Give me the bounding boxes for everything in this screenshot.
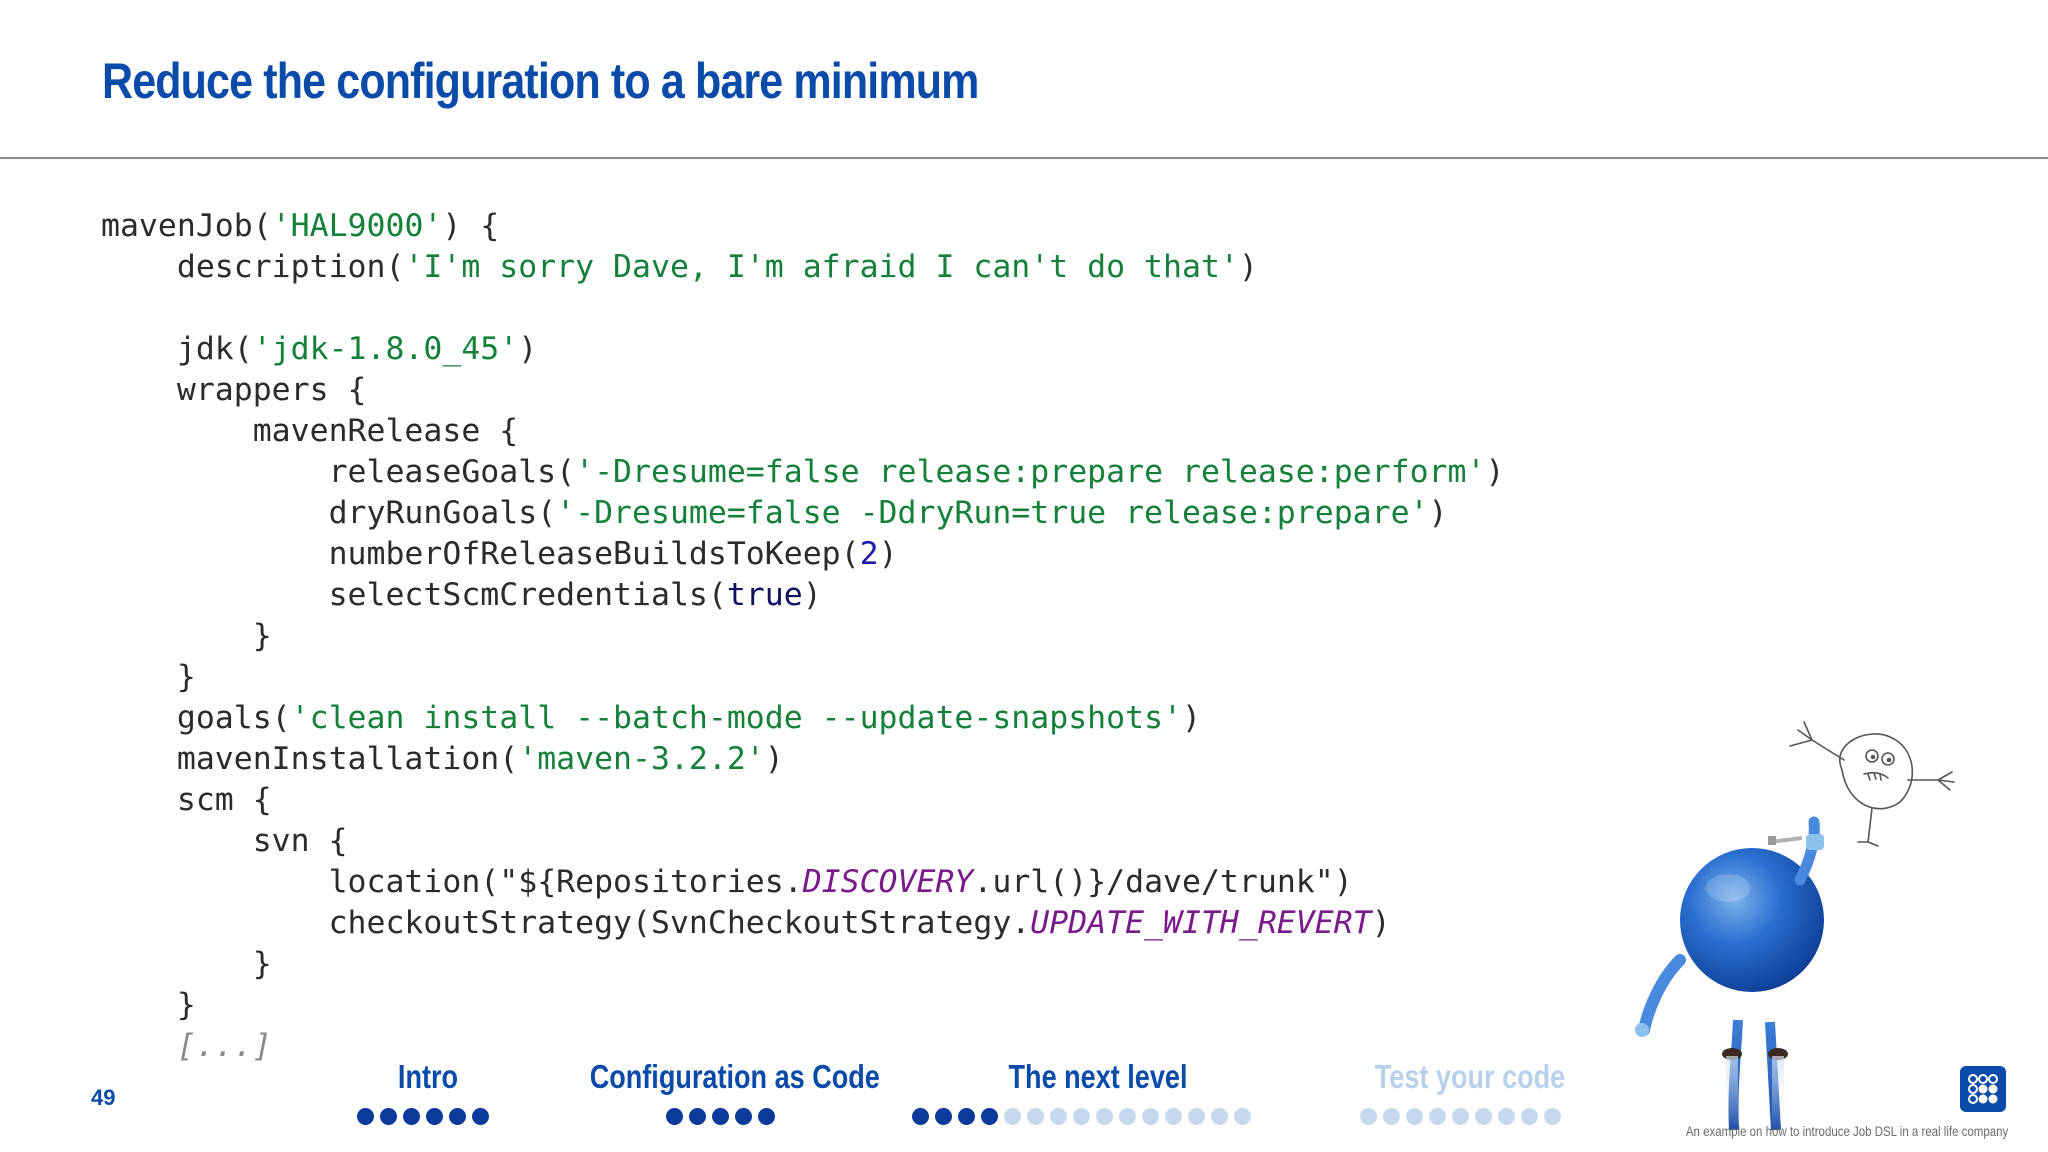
progress-dot[interactable] [981, 1108, 998, 1125]
code-line: } [101, 618, 272, 654]
nav-dots-the-next-level [912, 1108, 1251, 1125]
progress-dot[interactable] [472, 1108, 489, 1125]
progress-dot[interactable] [1360, 1108, 1377, 1125]
progress-dot[interactable] [1429, 1108, 1446, 1125]
progress-dot[interactable] [1498, 1108, 1515, 1125]
progress-dot[interactable] [712, 1108, 729, 1125]
progress-dot[interactable] [958, 1108, 975, 1125]
code-line: location("${Repositories.DISCOVERY.url()… [101, 864, 1353, 900]
progress-dot[interactable] [380, 1108, 397, 1125]
progress-dot[interactable] [1521, 1108, 1538, 1125]
nav-dots-intro [357, 1108, 489, 1125]
code-line: jdk('jdk-1.8.0_45') [101, 331, 538, 367]
code-line: goals('clean install --batch-mode --upda… [101, 700, 1201, 736]
progress-dot[interactable] [1544, 1108, 1561, 1125]
slide: Reduce the configuration to a bare minim… [0, 0, 2048, 1152]
progress-dot[interactable] [666, 1108, 683, 1125]
code-line: mavenJob('HAL9000') { [101, 208, 500, 244]
progress-dot[interactable] [1096, 1108, 1113, 1125]
slide-title: Reduce the configuration to a bare minim… [102, 53, 979, 109]
footer-caption: An example on how to introduce Job DSL i… [1685, 1124, 2008, 1139]
code-block: mavenJob('HAL9000') { description('I'm s… [101, 206, 1504, 1067]
nav-section-configuration-as-code[interactable]: Configuration as Code [590, 1058, 880, 1096]
progress-dot[interactable] [403, 1108, 420, 1125]
blue-ball-mascot-icon [1635, 816, 1824, 1131]
code-line: mavenInstallation('maven-3.2.2') [101, 741, 784, 777]
progress-dot[interactable] [1165, 1108, 1182, 1125]
progress-dot[interactable] [735, 1108, 752, 1125]
progress-dot[interactable] [758, 1108, 775, 1125]
nav-section-test-your-code[interactable]: Test your code [1368, 1058, 1573, 1096]
code-line: releaseGoals('-Dresume=false release:pre… [101, 454, 1505, 490]
progress-dot[interactable] [1406, 1108, 1423, 1125]
progress-dot[interactable] [1119, 1108, 1136, 1125]
progress-dot[interactable] [1188, 1108, 1205, 1125]
code-line: checkoutStrategy(SvnCheckoutStrategy.UPD… [101, 905, 1391, 941]
progress-dot[interactable] [1234, 1108, 1251, 1125]
progress-dot[interactable] [1452, 1108, 1469, 1125]
progress-dot[interactable] [1142, 1108, 1159, 1125]
progress-dot[interactable] [449, 1108, 466, 1125]
code-line: } [101, 946, 272, 982]
progress-dot[interactable] [426, 1108, 443, 1125]
progress-dot[interactable] [357, 1108, 374, 1125]
code-line: selectScmCredentials(true) [101, 577, 822, 613]
progress-dot[interactable] [1004, 1108, 1021, 1125]
progress-dot[interactable] [1050, 1108, 1067, 1125]
code-line: scm { [101, 782, 272, 818]
progress-dot[interactable] [912, 1108, 929, 1125]
code-line: mavenRelease { [101, 413, 519, 449]
code-line: dryRunGoals('-Dresume=false -DdryRun=tru… [101, 495, 1448, 531]
progress-dot[interactable] [1073, 1108, 1090, 1125]
nav-dots-test-your-code [1360, 1108, 1561, 1125]
progress-dot[interactable] [1383, 1108, 1400, 1125]
nav-section-intro[interactable]: Intro [368, 1058, 488, 1096]
progress-dot[interactable] [935, 1108, 952, 1125]
progress-dot[interactable] [1027, 1108, 1044, 1125]
nav-dots-configuration-as-code [666, 1108, 775, 1125]
code-line: } [101, 659, 196, 695]
code-line: wrappers { [101, 372, 367, 408]
title-divider [0, 157, 2048, 159]
code-line: numberOfReleaseBuildsToKeep(2) [101, 536, 898, 572]
code-line: description('I'm sorry Dave, I'm afraid … [101, 249, 1258, 285]
page-number: 49 [91, 1085, 116, 1110]
progress-dot[interactable] [1475, 1108, 1492, 1125]
progress-dot[interactable] [689, 1108, 706, 1125]
progress-dot[interactable] [1211, 1108, 1228, 1125]
nav-section-the-next-level[interactable]: The next level [1001, 1058, 1195, 1096]
company-logo-icon [1960, 1066, 2006, 1112]
code-line: } [101, 987, 196, 1023]
code-line: svn { [101, 823, 348, 859]
